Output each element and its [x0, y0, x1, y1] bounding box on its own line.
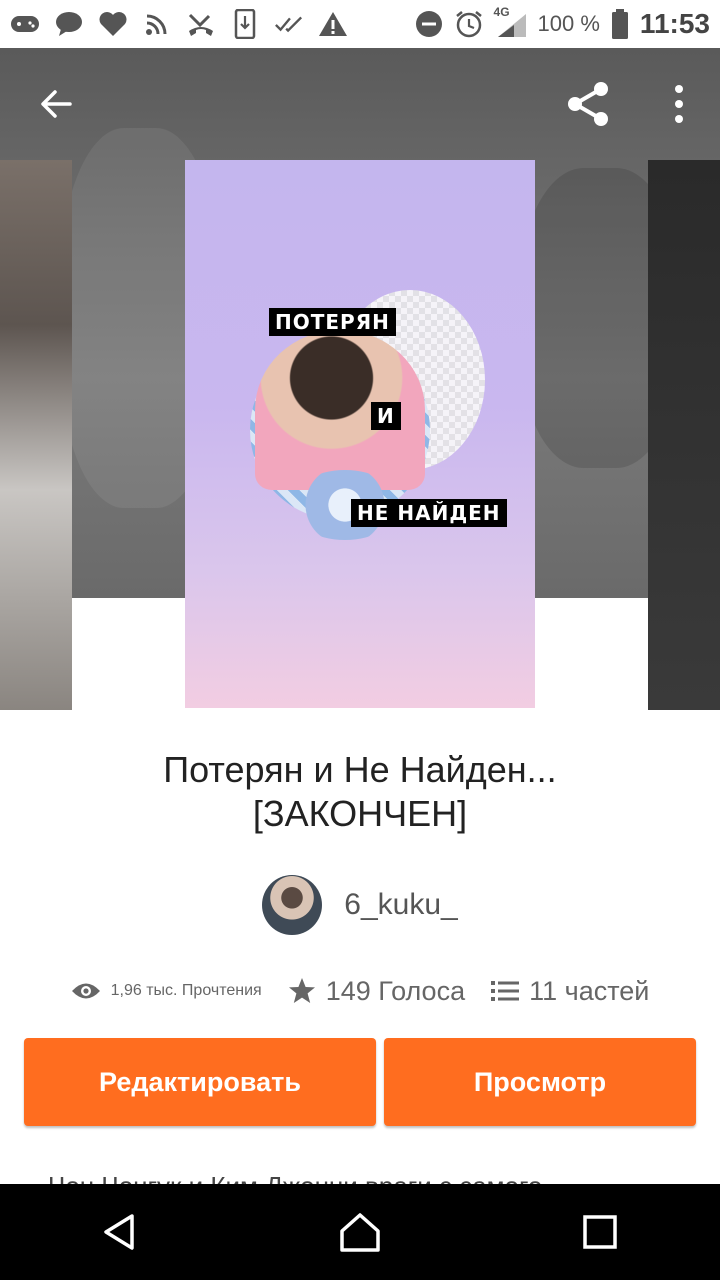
list-icon — [491, 981, 520, 1001]
view-button[interactable]: Просмотр — [384, 1038, 696, 1126]
battery-percent: 100 % — [537, 11, 600, 36]
double-check-icon — [274, 9, 304, 39]
star-icon — [288, 978, 315, 1003]
votes-stat: 149 Голоса — [288, 976, 465, 1007]
edit-button[interactable]: Редактировать — [24, 1038, 376, 1126]
author-name[interactable]: 6_kuku_ — [344, 888, 457, 922]
battery-icon — [610, 9, 630, 39]
missed-call-icon — [186, 9, 216, 39]
cover-label-top: ПОТЕРЯН — [269, 308, 396, 336]
stats-row: 1,96 тыс. Прочтения 149 Голоса 11 частей — [0, 966, 720, 1016]
story-description: Чон Чонгук и Ким Джонни враги с самого — [48, 1171, 543, 1186]
back-button[interactable] — [26, 74, 86, 134]
more-options-button[interactable] — [664, 74, 694, 134]
cover-label-bottom: НЕ НАЙДЕН — [351, 499, 507, 527]
share-button[interactable] — [558, 74, 618, 134]
story-title: Потерян и Не Найден... [ЗАКОНЧЕН] — [163, 749, 557, 834]
triangle-back-icon — [104, 1214, 134, 1250]
warning-icon — [318, 9, 348, 39]
signal-icon: 4G — [494, 5, 528, 39]
story-cover: ПОТЕРЯН И НЕ НАЙДЕН — [185, 160, 535, 708]
share-icon — [568, 82, 608, 126]
top-app-bar — [0, 48, 720, 160]
nav-back-button[interactable] — [80, 1192, 160, 1272]
more-vert-icon — [675, 85, 683, 123]
avatar[interactable] — [262, 875, 323, 935]
system-nav-bar — [0, 1184, 720, 1280]
author-row[interactable]: 6_kuku_ — [0, 874, 720, 936]
next-story-cover[interactable] — [648, 160, 720, 710]
do-not-disturb-icon — [414, 9, 444, 39]
parts-stat[interactable]: 11 частей — [491, 976, 649, 1007]
heart-icon — [98, 9, 128, 39]
cover-label-mid: И — [371, 402, 401, 430]
phone-download-icon — [230, 9, 260, 39]
arrow-back-icon — [41, 90, 72, 118]
alarm-icon — [454, 9, 484, 39]
reads-stat: 1,96 тыс. Прочтения — [71, 980, 262, 1002]
clock: 11:53 — [639, 8, 710, 39]
parts-count: 11 частей — [529, 975, 650, 1006]
previous-story-cover[interactable] — [0, 160, 72, 710]
status-bar: 4G 100 % 11:53 — [0, 0, 720, 48]
reads-count: 1,96 тыс. Прочтения — [110, 982, 262, 999]
gamepad-icon — [10, 9, 40, 39]
nav-home-button[interactable] — [320, 1192, 400, 1272]
square-recents-icon — [583, 1215, 617, 1249]
action-buttons: Редактировать Просмотр — [24, 1038, 696, 1126]
votes-count: 149 Голоса — [325, 975, 466, 1006]
network-type-label: 4G — [493, 5, 510, 19]
eye-icon — [71, 983, 100, 999]
rss-icon — [142, 9, 172, 39]
home-icon — [340, 1213, 380, 1252]
chat-bubble-icon — [54, 9, 84, 39]
nav-recents-button[interactable] — [560, 1192, 640, 1272]
